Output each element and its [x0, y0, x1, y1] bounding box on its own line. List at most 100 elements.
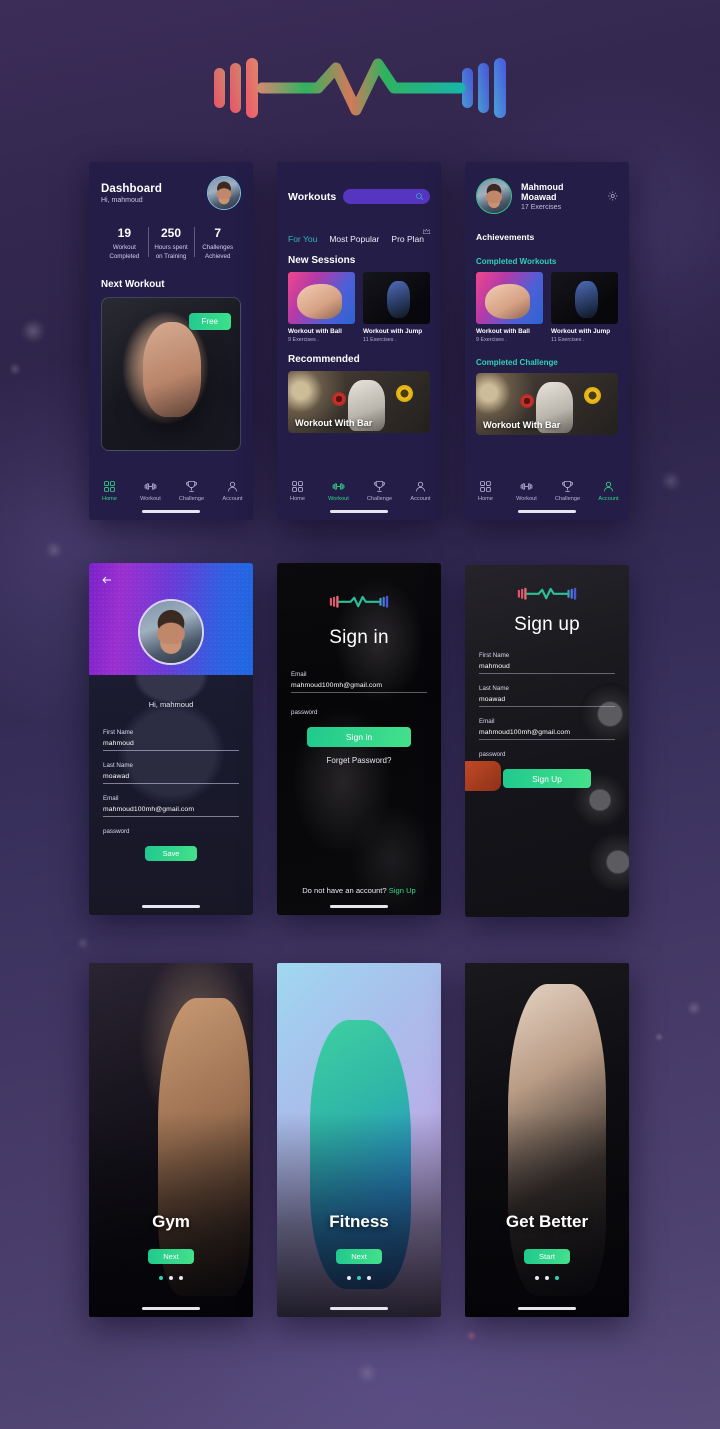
nav-item-home[interactable]: Home	[465, 480, 506, 502]
nav-item-workout[interactable]: Workout	[318, 480, 359, 502]
home-indicator	[518, 510, 576, 513]
back-arrow-icon[interactable]	[100, 574, 114, 586]
gear-icon[interactable]	[607, 190, 618, 202]
person-icon	[228, 481, 237, 492]
stat-value: 7	[214, 226, 222, 240]
completed-workouts-title: Completed Workouts	[476, 257, 557, 266]
field-label: First Name	[479, 652, 510, 659]
nav-item-home[interactable]: Home	[89, 480, 130, 502]
next-button[interactable]: Next	[336, 1249, 382, 1264]
field-label: password	[291, 709, 318, 716]
nav-item-workout[interactable]: Workout	[506, 480, 547, 502]
tab-pro-plan[interactable]: Pro Plan	[391, 228, 431, 244]
field-label: Last Name	[479, 685, 509, 692]
completed-workouts-grid: Workout with Ball 9 Exercises . Workout …	[476, 272, 618, 343]
stat-label-line1: Hours spent	[154, 244, 188, 251]
tab-most-popular[interactable]: Most Popular	[329, 234, 379, 244]
achievements-title: Achievements	[476, 232, 535, 242]
search-input[interactable]	[343, 189, 430, 204]
sign-up-link[interactable]: Sign Up	[389, 886, 416, 895]
session-thumbnail	[363, 272, 430, 324]
field-email: Email mahmoud100mh@gmail.com	[291, 671, 427, 693]
nav-item-home[interactable]: Home	[277, 480, 318, 502]
card-title: Workout With Bar	[295, 418, 373, 428]
dumbbell-icon	[332, 483, 345, 490]
session-card[interactable]: Workout with Jump 11 Exercises .	[363, 272, 430, 343]
nav-item-workout[interactable]: Workout	[130, 480, 171, 502]
page-dot[interactable]	[169, 1276, 173, 1280]
last-name-input[interactable]: moawad	[103, 773, 239, 784]
sign-in-button[interactable]: Sign in	[307, 727, 411, 747]
tab-for-you[interactable]: For You	[288, 234, 317, 244]
challenge-card[interactable]: Workout With Bar	[476, 373, 618, 435]
start-button[interactable]: Start	[524, 1249, 570, 1264]
session-card[interactable]: Workout with Ball 9 Exercises .	[288, 272, 355, 343]
search-icon	[416, 193, 424, 201]
workout-card[interactable]: Workout with Ball 9 Exercises .	[476, 272, 543, 343]
nav-label: Challenge	[178, 496, 205, 502]
email-input[interactable]: mahmoud100mh@gmail.com	[103, 806, 239, 817]
free-badge: Free	[188, 312, 231, 330]
new-sessions-title: New Sessions	[288, 255, 356, 266]
screen-edit-profile: Hi, mahmoud First Name mahmoud Last Name…	[89, 563, 253, 915]
field-label: password	[103, 828, 130, 835]
trophy-icon	[374, 481, 385, 492]
bokeh-light	[76, 936, 90, 950]
first-name-input[interactable]: mahmoud	[479, 663, 615, 674]
dumbbell-icon	[144, 483, 157, 490]
recommended-card[interactable]: Workout With Bar	[288, 371, 430, 433]
dumbbell-icon	[520, 483, 533, 490]
nav-item-account[interactable]: Account	[400, 480, 441, 502]
session-subtitle: 11 Exercises .	[363, 337, 397, 343]
page-dot[interactable]	[179, 1276, 183, 1280]
email-input[interactable]: mahmoud100mh@gmail.com	[479, 729, 615, 740]
avatar[interactable]	[476, 178, 512, 214]
field-last-name: Last Name moawad	[103, 762, 239, 784]
save-button[interactable]: Save	[145, 846, 197, 861]
forgot-password-link[interactable]: Forget Password?	[277, 756, 441, 765]
page-dot[interactable]	[367, 1276, 371, 1280]
nav-item-account[interactable]: Account	[212, 480, 253, 502]
bottom-nav: Home Workout Challenge Account	[277, 474, 441, 520]
nav-item-account[interactable]: Account	[588, 480, 629, 502]
avatar[interactable]	[138, 599, 204, 665]
sign-up-button[interactable]: Sign Up	[503, 769, 591, 788]
next-workout-card[interactable]: Free	[101, 296, 241, 451]
page-dot[interactable]	[555, 1276, 559, 1280]
profile-form: First Name mahmoud Last Name moawad Emai…	[89, 729, 253, 861]
stat-workouts-completed: 19 Workout Completed	[101, 226, 148, 262]
field-last-name: Last Name moawad	[479, 685, 615, 707]
nav-item-challenge[interactable]: Challenge	[359, 480, 400, 502]
bokeh-light	[654, 1032, 664, 1042]
grid-icon	[480, 481, 491, 492]
weight-plate	[583, 386, 601, 404]
page-dot[interactable]	[159, 1276, 163, 1280]
profile-name: Mahmoud Moawad	[521, 181, 564, 202]
page-dot[interactable]	[535, 1276, 539, 1280]
email-input[interactable]: mahmoud100mh@gmail.com	[291, 682, 427, 693]
session-thumbnail	[288, 272, 355, 324]
field-label: Email	[479, 718, 495, 725]
workout-card[interactable]: Workout with Jump 11 Exercises .	[551, 272, 618, 343]
nav-label: Account	[598, 496, 619, 502]
last-name-input[interactable]: moawad	[479, 696, 615, 707]
avatar[interactable]	[207, 176, 241, 210]
home-indicator	[142, 905, 200, 908]
nav-item-challenge[interactable]: Challenge	[547, 480, 588, 502]
nav-label: Workout	[328, 496, 349, 502]
nav-label: Home	[290, 496, 305, 502]
page-dot[interactable]	[357, 1276, 361, 1280]
nav-label: Workout	[516, 496, 537, 502]
nav-item-challenge[interactable]: Challenge	[171, 480, 212, 502]
stat-label-line2: Achieved	[204, 252, 231, 260]
grid-icon	[292, 481, 303, 492]
trophy-icon	[186, 481, 197, 492]
sign-up-form: First Name mahmoud Last Name moawad Emai…	[465, 652, 629, 788]
first-name-input[interactable]: mahmoud	[103, 740, 239, 751]
page-dot[interactable]	[347, 1276, 351, 1280]
page-dot[interactable]	[545, 1276, 549, 1280]
next-button[interactable]: Next	[148, 1249, 194, 1264]
field-email: Email mahmoud100mh@gmail.com	[103, 795, 239, 817]
crown-icon	[422, 228, 431, 234]
nav-label: Account	[222, 496, 243, 502]
